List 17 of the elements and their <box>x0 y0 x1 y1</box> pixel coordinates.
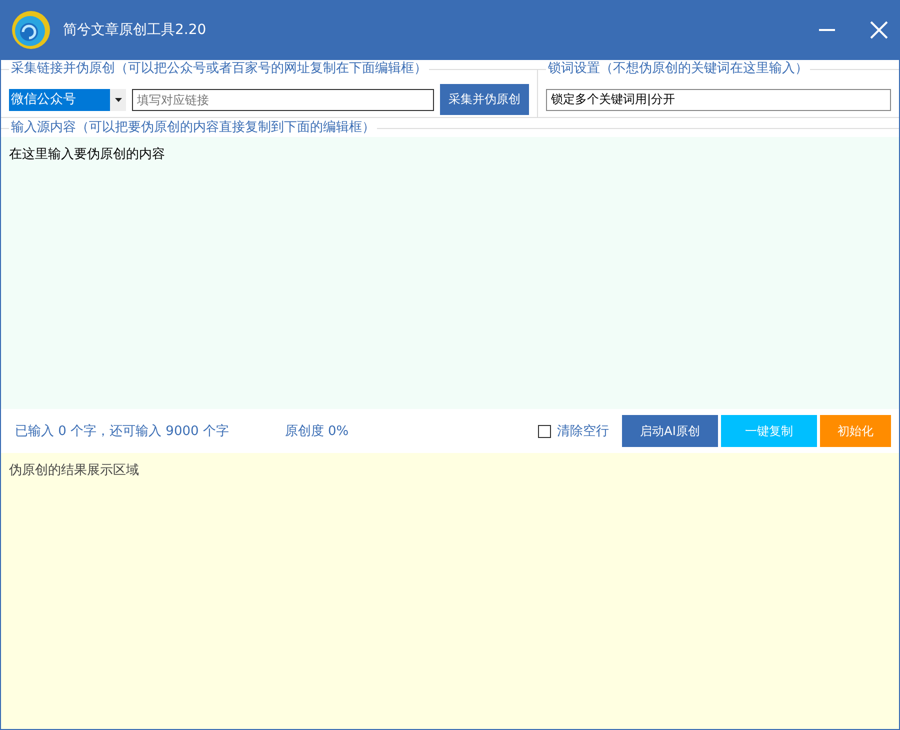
originality-label: 原创度 0% <box>284 423 350 440</box>
character-count: 已输入 0 个字，还可输入 9000 个字 <box>15 423 229 440</box>
link-field[interactable]: 填写对应链接 <box>132 88 434 110</box>
result-text-area[interactable]: 伪原创的结果展示区域 <box>1 453 899 729</box>
close-icon[interactable] <box>869 20 889 40</box>
keyword-field[interactable]: 锁定多个关键词用|分开 <box>546 88 891 110</box>
logo-icon <box>11 10 51 50</box>
source-text-area[interactable]: 在这里输入要伪原创的内容 <box>1 137 899 409</box>
group-label: 采集链接并伪原创（可以把公众号或者百家号的网址复制在下面编辑框） <box>9 61 429 77</box>
collect-button[interactable]: 采集并伪原创 <box>440 84 529 115</box>
caret-icon <box>114 98 122 102</box>
checkbox[interactable] <box>538 424 551 438</box>
group-label: 锁词设置（不想伪原创的关键词在这里输入） <box>546 61 810 77</box>
window-title: 简兮文章原创工具2.20 <box>63 21 208 39</box>
checkbox-label[interactable]: 清除空行 <box>557 422 609 440</box>
primary-button[interactable]: 启动AI原创 <box>622 415 718 447</box>
group-label: 输入源内容（可以把要伪原创的内容直接复制到下面的编辑框） <box>9 120 377 136</box>
